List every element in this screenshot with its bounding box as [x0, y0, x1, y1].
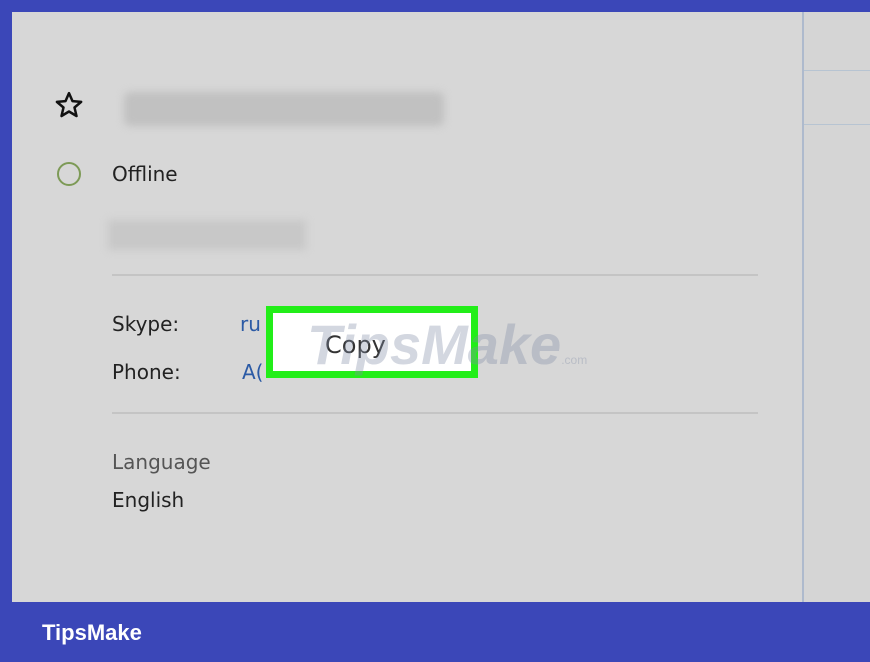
blurred-contact-name [124, 92, 444, 126]
phone-value[interactable]: A( [242, 360, 263, 384]
skype-window: Offline Skype: ru Phone: A( Language Eng… [12, 12, 870, 602]
skype-value[interactable]: ru [240, 312, 261, 336]
blurred-contact-detail [108, 220, 306, 250]
footer-bar: TipsMake [0, 602, 870, 662]
divider [804, 124, 870, 125]
divider [112, 274, 758, 276]
language-value: English [112, 488, 185, 512]
star-icon[interactable] [54, 90, 84, 120]
watermark-suffix: .com [561, 353, 588, 367]
status-ring-icon [57, 162, 81, 186]
language-label: Language [112, 450, 211, 474]
divider [804, 70, 870, 71]
chat-pane [802, 12, 870, 602]
brand-logo: TipsMake [42, 620, 142, 645]
contact-profile-panel: Offline Skype: ru Phone: A( Language Eng… [12, 12, 802, 602]
watermark: TipsMake.com [307, 312, 587, 377]
status-text: Offline [112, 162, 178, 186]
skype-label: Skype: [112, 312, 180, 336]
watermark-text: TipsMake [307, 313, 562, 376]
divider [112, 412, 758, 414]
phone-label: Phone: [112, 360, 181, 384]
